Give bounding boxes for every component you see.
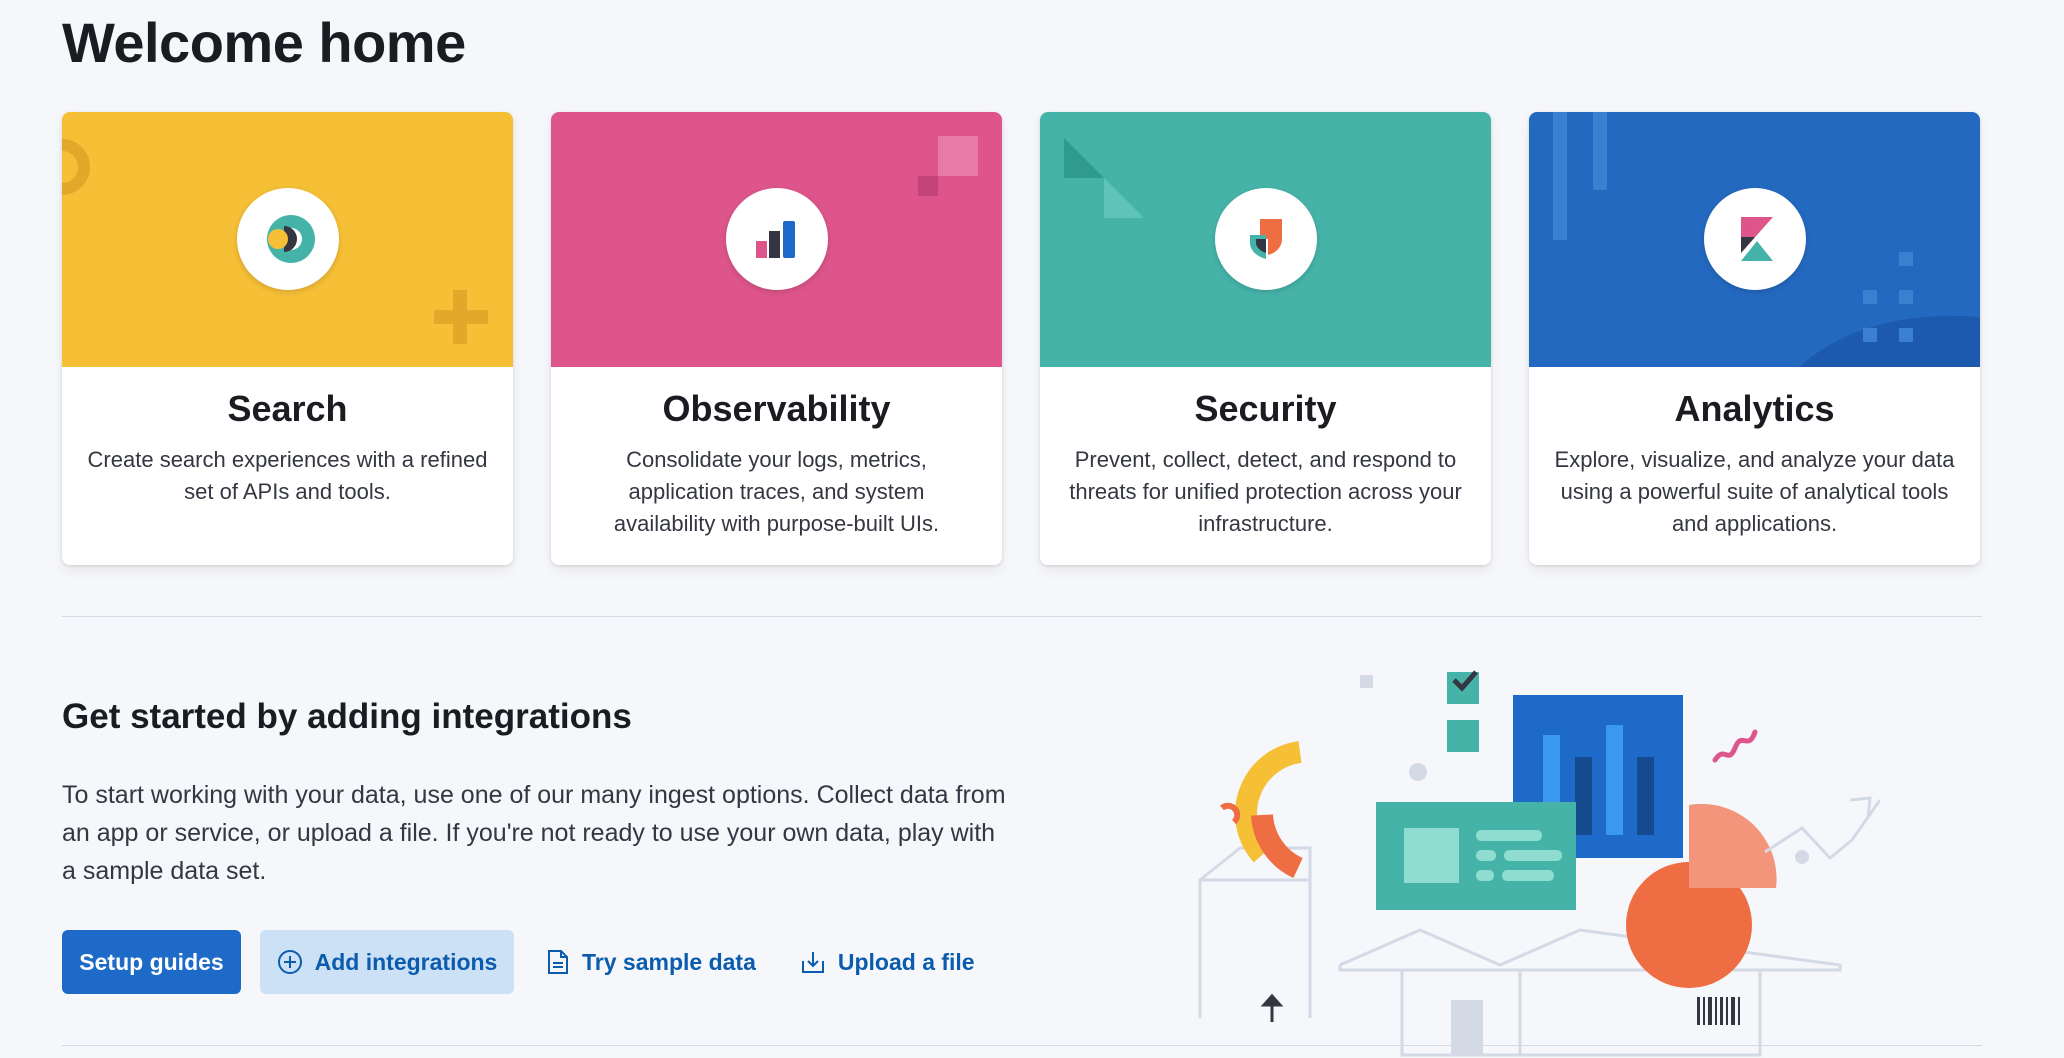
import-icon <box>801 952 824 973</box>
ring-decoration <box>62 139 90 195</box>
divider-bottom <box>62 1045 1982 1046</box>
card-analytics-description: Explore, visualize, and analyze your dat… <box>1554 447 1955 536</box>
card-search-description: Create search experiences with a refined… <box>87 447 488 504</box>
elastic-search-logo-icon <box>236 188 339 290</box>
plus-decoration <box>434 290 488 344</box>
security-logo-icon <box>1214 188 1317 290</box>
card-search-title: Search <box>227 388 348 429</box>
upload-file-label: Upload a file <box>837 948 975 975</box>
squares-decoration <box>918 136 978 196</box>
card-analytics-title: Analytics <box>1674 388 1835 429</box>
add-integrations-button[interactable]: Add integrations <box>260 930 514 994</box>
page-title: Welcome home <box>62 11 466 74</box>
integrations-illustration <box>1198 670 1880 1057</box>
triangles-decoration <box>1064 138 1144 218</box>
card-security[interactable]: Security Prevent, collect, detect, and r… <box>1040 112 1491 565</box>
upload-file-link[interactable]: Upload a file <box>784 930 991 994</box>
card-analytics-banner <box>1529 112 1980 367</box>
kibana-logo-icon <box>1703 188 1806 290</box>
card-observability-description: Consolidate your logs, metrics, applicat… <box>613 447 940 536</box>
observability-logo-icon <box>725 188 828 290</box>
solution-cards: Search Create search experiences with a … <box>62 112 1982 565</box>
card-observability-title: Observability <box>662 388 891 429</box>
setup-guides-label: Setup guides <box>79 948 224 975</box>
card-search[interactable]: Search Create search experiences with a … <box>62 112 513 565</box>
try-sample-data-link[interactable]: Try sample data <box>530 930 772 994</box>
card-search-banner <box>62 112 513 367</box>
plus-circle-icon <box>277 950 302 974</box>
divider-top <box>62 616 1982 617</box>
document-icon <box>548 950 568 974</box>
setup-guides-button[interactable]: Setup guides <box>62 930 241 994</box>
card-security-title: Security <box>1194 388 1337 429</box>
integrations-actions: Setup guides Add integrations Try sample… <box>62 930 991 994</box>
card-observability-banner <box>551 112 1002 367</box>
add-integrations-label: Add integrations <box>314 948 498 975</box>
home-page: Welcome home Search Create search experi… <box>0 0 2064 1058</box>
card-security-banner <box>1040 112 1491 367</box>
card-security-description: Prevent, collect, detect, and respond to… <box>1069 447 1462 536</box>
try-sample-data-label: Try sample data <box>582 948 756 975</box>
card-observability[interactable]: Observability Consolidate your logs, met… <box>551 112 1002 565</box>
integrations-description: To start working with your data, use one… <box>62 781 1006 885</box>
card-analytics[interactable]: Analytics Explore, visualize, and analyz… <box>1529 112 1980 565</box>
integrations-title: Get started by adding integrations <box>62 697 632 736</box>
